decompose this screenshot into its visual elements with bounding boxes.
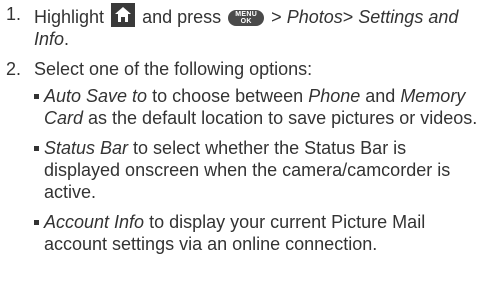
list-item: Account Info to display your current Pic… — [34, 211, 484, 255]
menu-ok-key-icon: MENU OK — [228, 10, 265, 26]
option-text: as the default location to save pictures… — [83, 108, 478, 128]
list-item: Auto Save to to choose between Phone and… — [34, 85, 484, 129]
step-1: 1. Highlight and press MENU OK > Photos>… — [6, 3, 484, 50]
option-term: Account Info — [44, 212, 145, 232]
options-list: Auto Save to to choose between Phone and… — [34, 85, 484, 255]
step-2: 2. Select one of the following options: — [6, 58, 484, 80]
menu-path-photos: Photos — [286, 7, 343, 27]
menu-arrow: > — [342, 7, 354, 27]
menu-key-bottom-label: OK — [240, 18, 252, 25]
option-text: to choose between — [147, 86, 309, 106]
bullet-icon — [34, 146, 39, 151]
bullet-icon — [34, 220, 39, 225]
option-term: Status Bar — [44, 138, 129, 158]
option-text: and — [360, 86, 401, 106]
bullet-icon — [34, 94, 39, 99]
list-item: Status Bar to select whether the Status … — [34, 137, 484, 203]
step-number: 1. — [6, 4, 22, 24]
manual-page: 1. Highlight and press MENU OK > Photos>… — [0, 0, 488, 301]
period: . — [64, 29, 70, 49]
option-term: Auto Save to — [44, 86, 148, 106]
step-number: 2. — [6, 59, 22, 79]
menu-arrow: > — [271, 7, 282, 27]
step-2-text: Select one of the following options: — [34, 59, 313, 79]
home-icon — [111, 3, 136, 27]
step-text: Highlight — [34, 7, 105, 27]
step-1-text: Highlight and press MENU OK > Photos> Se… — [34, 3, 484, 50]
menu-key-top-label: MENU — [235, 11, 258, 18]
option-phone: Phone — [308, 86, 361, 106]
step-text: and press — [142, 7, 222, 27]
